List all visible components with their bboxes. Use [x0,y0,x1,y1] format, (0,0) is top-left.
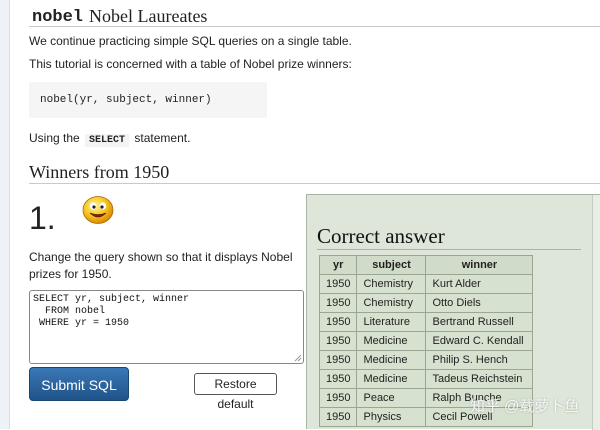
sql-editor-text[interactable]: SELECT yr, subject, winner FROM nobel WH… [33,294,189,330]
column-header-yr: yr [318,255,358,275]
left-sidebar-strip [0,0,10,429]
watermark-text: 知乎 @载萝卜鱼 [470,398,580,415]
intro-paragraph-2: This tutorial is concerned with a table … [29,57,352,71]
intro-text-after: statement. [134,131,191,145]
table-cell-subject: Medicine [356,331,427,351]
answer-table-header-row: yr subject winner [318,255,534,275]
correct-answer-panel: Correct answer yr subject winner 1950 Che… [306,194,600,430]
table-cell-winner: Tadeus Reichstein [425,369,534,389]
intro-text-before: Using the [29,131,80,145]
intro-paragraph-1: We continue practicing simple SQL querie… [29,34,352,48]
schema-code-block: nobel(yr, subject, winner) [29,82,267,118]
table-row: 1950 Medicine Philip S. Hench [318,350,534,370]
page-header: nobel Nobel Laureates [29,4,600,27]
table-row: 1950 Literature Bertrand Russell [318,312,534,332]
panel-scrollbar[interactable] [592,195,600,430]
intro-paragraph-3: Using the SELECT statement. [29,131,191,147]
table-cell-subject: Chemistry [356,293,427,313]
table-cell-subject: Medicine [356,350,427,370]
table-cell-yr: 1950 [318,293,358,313]
table-cell-yr: 1950 [318,331,358,351]
correct-answer-divider [317,249,581,250]
table-cell-subject: Medicine [356,369,427,389]
table-cell-subject: Chemistry [356,274,427,294]
correct-answer-title: Correct answer [317,224,445,248]
schema-code: nobel(yr, subject, winner) [40,94,212,106]
select-keyword: SELECT [85,134,130,147]
table-cell-winner: Edward C. Kendall [425,331,534,351]
table-cell-winner: Bertrand Russell [425,312,534,332]
submit-sql-button[interactable]: Submit SQL [29,367,129,401]
question-instruction: Change the query shown so that it displa… [29,250,293,281]
table-cell-yr: 1950 [318,350,358,370]
table-cell-winner: Kurt Alder [425,274,534,294]
table-cell-subject: Physics [356,407,427,427]
restore-default-button[interactable]: Restore default [194,373,277,411]
resize-handle-icon[interactable] [294,354,302,362]
table-cell-winner: Philip S. Hench [425,350,534,370]
table-cell-yr: 1950 [318,274,358,294]
table-cell-winner: Otto Diels [425,293,534,313]
table-cell-subject: Peace [356,388,427,408]
table-row: 1950 Chemistry Otto Diels [318,293,534,313]
table-row: 1950 Chemistry Kurt Alder [318,274,534,294]
smiley-face-icon [82,196,114,224]
page-title: Nobel Laureates [89,6,208,26]
section-title: Winners from 1950 [29,162,170,182]
table-cell-yr: 1950 [318,369,358,389]
column-header-winner: winner [425,255,534,275]
table-row: 1950 Medicine Edward C. Kendall [318,331,534,351]
column-header-subject: subject [356,255,427,275]
section-heading: Winners from 1950 [29,161,600,184]
sql-editor[interactable]: SELECT yr, subject, winner FROM nobel WH… [29,290,304,364]
table-name-code: nobel [32,8,84,27]
table-cell-yr: 1950 [318,388,358,408]
table-cell-yr: 1950 [318,312,358,332]
table-cell-subject: Literature [356,312,427,332]
question-number: 1. [29,200,56,236]
table-row: 1950 Medicine Tadeus Reichstein [318,369,534,389]
table-cell-yr: 1950 [318,407,358,427]
